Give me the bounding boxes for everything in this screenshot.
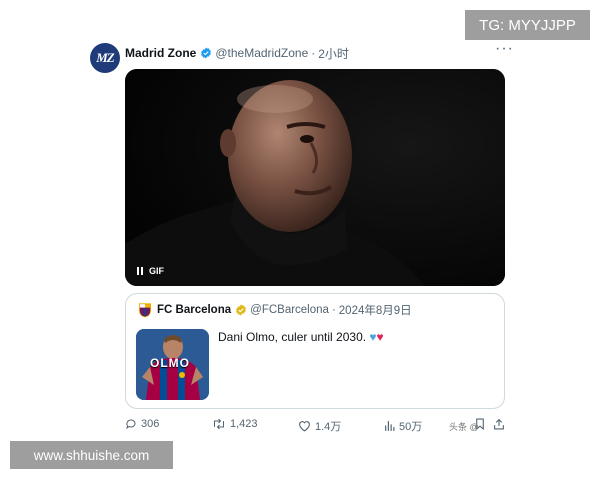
fc-barcelona-crest-icon: [138, 303, 152, 318]
quoted-tweet-header: FC Barcelona @FCBarcelona · 2024年8月9日: [138, 302, 412, 318]
share-action[interactable]: [493, 418, 505, 430]
views-count: 50万: [399, 421, 423, 433]
quoted-tweet[interactable]: FC Barcelona @FCBarcelona · 2024年8月9日 OL…: [125, 293, 505, 409]
repost-action[interactable]: 1,423: [212, 418, 258, 430]
author-avatar[interactable]: MZ: [90, 43, 120, 73]
heart-icon: [299, 421, 310, 432]
tweet-card[interactable]: MZ Madrid Zone @theMadridZone · 2小时 ···: [80, 26, 520, 451]
share-icon: [494, 418, 504, 430]
verified-badge-icon: [200, 47, 212, 59]
thumbnail-caption: OLMO: [150, 356, 190, 370]
like-action[interactable]: 1.4万: [298, 418, 341, 434]
quoted-tweet-text: Dani Olmo, culer until 2030. ♥♥: [218, 330, 384, 344]
reply-action[interactable]: 306: [125, 418, 159, 430]
quoted-date[interactable]: 2024年8月9日: [339, 302, 412, 318]
quoted-media-thumbnail[interactable]: OLMO: [136, 329, 209, 400]
blue-heart-icon: ♥: [369, 330, 377, 344]
tweet-actions-bar: 306 1,423 1.4万 50万: [125, 418, 505, 434]
header-separator: ·: [311, 46, 316, 60]
quoted-author-handle[interactable]: @FCBarcelona: [250, 304, 329, 316]
quoted-separator: ·: [331, 304, 336, 316]
telegram-watermark: TG: MYYJJPP: [465, 10, 590, 40]
views-chart-icon: [385, 421, 395, 431]
tweet-header: Madrid Zone @theMadridZone · 2小时: [125, 44, 349, 62]
gif-frame-image: [125, 69, 505, 286]
pause-icon[interactable]: [137, 267, 143, 275]
author-handle[interactable]: @theMadridZone: [215, 46, 308, 60]
gif-controls: GIF: [137, 266, 164, 276]
gold-verified-badge-icon: [235, 304, 247, 316]
red-heart-icon: ♥: [376, 330, 384, 344]
site-watermark: www.shhuishe.com: [10, 441, 173, 469]
more-options-icon[interactable]: ···: [495, 40, 514, 58]
repost-icon: [214, 418, 224, 430]
quoted-author-name[interactable]: FC Barcelona: [157, 304, 231, 316]
quoted-text: Dani Olmo, culer until 2030.: [218, 330, 367, 344]
reply-count: 306: [141, 418, 160, 430]
brand-watermark: 头条 @: [449, 422, 479, 432]
gif-media[interactable]: GIF: [125, 69, 505, 286]
views-action[interactable]: 50万: [384, 418, 422, 434]
reply-icon: [126, 419, 136, 430]
like-count: 1.4万: [315, 421, 342, 433]
avatar-logo-text: MZ: [96, 50, 114, 65]
repost-count: 1,423: [230, 418, 258, 430]
gif-badge: GIF: [149, 266, 164, 276]
tweet-time[interactable]: 2小时: [318, 45, 349, 62]
author-name[interactable]: Madrid Zone: [125, 46, 196, 60]
